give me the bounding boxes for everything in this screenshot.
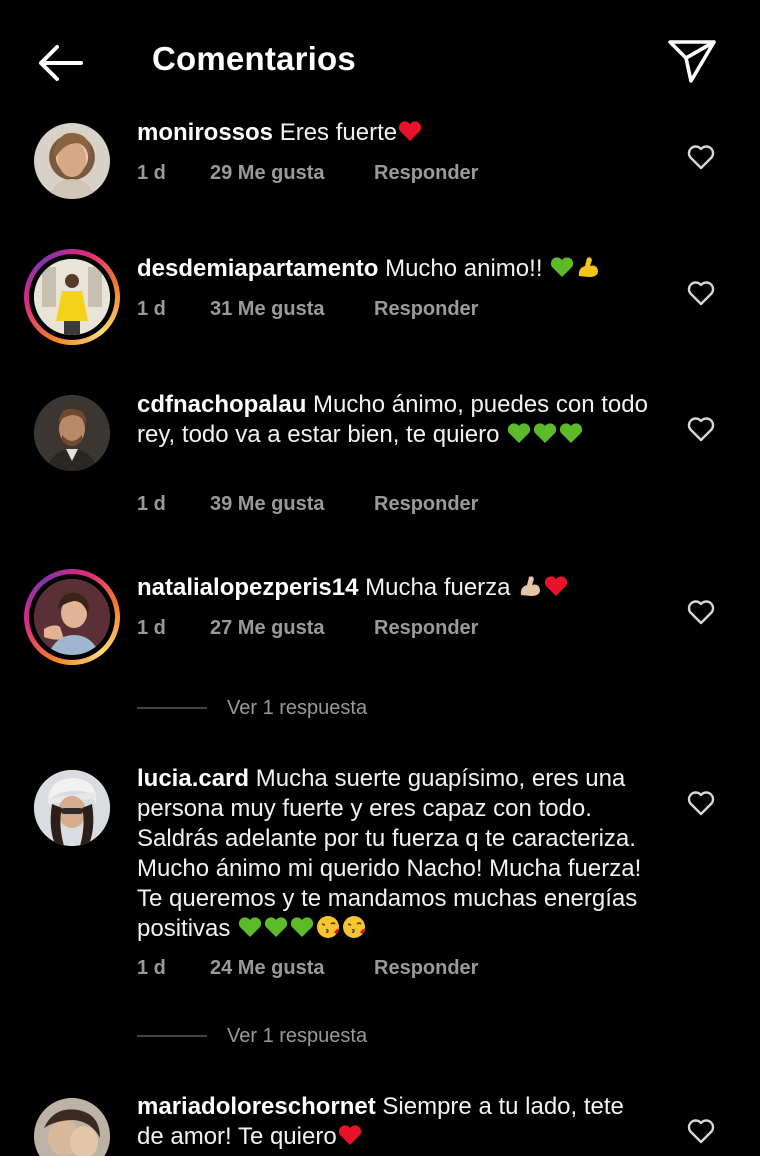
green-heart-emoji-icon bbox=[290, 917, 314, 937]
avatar-image bbox=[34, 1098, 110, 1156]
red-heart-emoji-icon bbox=[338, 1125, 361, 1145]
comment-time: 1 d bbox=[137, 617, 166, 639]
back-button[interactable] bbox=[30, 38, 90, 88]
header-bar: Comentarios bbox=[0, 0, 760, 122]
avatar[interactable] bbox=[34, 123, 110, 199]
comment-meta: 1 d 29 Me gusta Responder bbox=[137, 162, 478, 185]
comment-meta: 1 d 31 Me gusta Responder bbox=[137, 298, 478, 321]
comment-username[interactable]: natalialopezperis14 bbox=[137, 574, 358, 601]
comment-text: Mucho animo!! bbox=[385, 255, 543, 282]
paper-plane-icon bbox=[668, 40, 716, 83]
avatar-image bbox=[34, 259, 110, 335]
view-replies-button[interactable]: Ver 1 respuesta bbox=[137, 693, 367, 723]
view-replies-button[interactable]: Ver 1 respuesta bbox=[137, 1021, 367, 1051]
reply-button[interactable]: Responder bbox=[374, 957, 478, 980]
avatar[interactable] bbox=[34, 395, 110, 471]
flexed-biceps-emoji-icon bbox=[579, 257, 599, 277]
comment-text: Eres fuerte bbox=[279, 119, 398, 146]
comment-time: 1 d bbox=[137, 298, 166, 320]
replies-divider bbox=[137, 1035, 207, 1037]
comment-likes[interactable]: 29 Me gusta bbox=[210, 162, 374, 185]
comment-username[interactable]: desdemiapartamento bbox=[137, 255, 378, 282]
comment-body: lucia.card Mucha suerte guapísimo, eres … bbox=[137, 764, 657, 944]
like-heart-icon[interactable] bbox=[686, 415, 716, 443]
arrow-left-icon bbox=[39, 45, 83, 81]
comment-likes[interactable]: 27 Me gusta bbox=[210, 617, 374, 640]
like-heart-icon[interactable] bbox=[686, 279, 716, 307]
comment-time: 1 d bbox=[137, 162, 166, 184]
view-replies-label: Ver 1 respuesta bbox=[227, 1024, 368, 1047]
reply-button[interactable]: Responder bbox=[374, 298, 478, 321]
green-heart-emoji-icon bbox=[238, 917, 262, 937]
comment-meta: 1 d 27 Me gusta Responder bbox=[137, 617, 478, 640]
comment-body: desdemiapartamento Mucho animo!! bbox=[137, 254, 657, 284]
comment-body: cdfnachopalau Mucho ánimo, puedes con to… bbox=[137, 390, 657, 450]
avatar[interactable] bbox=[34, 1098, 110, 1156]
comment-likes[interactable]: 24 Me gusta bbox=[210, 957, 374, 980]
comment-meta: 1 d 39 Me gusta Responder bbox=[137, 493, 478, 516]
flexed-biceps-emoji-icon bbox=[521, 576, 541, 596]
comment-username[interactable]: cdfnachopalau bbox=[137, 391, 306, 418]
reply-button[interactable]: Responder bbox=[374, 162, 478, 185]
comment-username[interactable]: mariadoloreschornet bbox=[137, 1093, 376, 1120]
share-button[interactable] bbox=[664, 36, 720, 86]
avatar[interactable] bbox=[34, 770, 110, 846]
comment-username[interactable]: lucia.card bbox=[137, 765, 249, 792]
page-title: Comentarios bbox=[152, 40, 356, 77]
avatar-image bbox=[34, 395, 110, 471]
red-heart-emoji-icon bbox=[398, 121, 422, 141]
green-heart-emoji-icon bbox=[534, 423, 557, 443]
avatar-story-ring bbox=[29, 574, 115, 660]
comment-text: Mucha fuerza bbox=[365, 574, 511, 601]
view-replies-label: Ver 1 respuesta bbox=[227, 696, 368, 719]
green-heart-emoji-icon bbox=[560, 423, 583, 443]
face-blowing-kiss-emoji-icon bbox=[317, 916, 340, 938]
reply-button[interactable]: Responder bbox=[374, 617, 478, 640]
like-heart-icon[interactable] bbox=[686, 1117, 716, 1145]
avatar-image bbox=[34, 123, 110, 199]
replies-divider bbox=[137, 707, 207, 709]
avatar[interactable] bbox=[24, 569, 120, 665]
reply-button[interactable]: Responder bbox=[374, 493, 478, 516]
comment-body: mariadoloreschornet Siempre a tu lado, t… bbox=[137, 1092, 657, 1152]
face-blowing-kiss-emoji-icon bbox=[343, 916, 366, 938]
comment-username[interactable]: monirossos bbox=[137, 119, 273, 146]
comment-likes[interactable]: 39 Me gusta bbox=[210, 493, 374, 516]
comment-body: monirossos Eres fuerte bbox=[137, 118, 657, 148]
green-heart-emoji-icon bbox=[551, 257, 574, 277]
avatar-image bbox=[34, 770, 110, 846]
avatar-image bbox=[34, 579, 110, 655]
comment-time: 1 d bbox=[137, 957, 166, 979]
avatar-story-ring bbox=[29, 254, 115, 340]
comment-body: natalialopezperis14 Mucha fuerza bbox=[137, 573, 657, 603]
avatar[interactable] bbox=[24, 249, 120, 345]
like-heart-icon[interactable] bbox=[686, 789, 716, 817]
comment-time: 1 d bbox=[137, 493, 166, 515]
green-heart-emoji-icon bbox=[508, 423, 531, 443]
comment-likes[interactable]: 31 Me gusta bbox=[210, 298, 374, 321]
comment-meta: 1 d 24 Me gusta Responder bbox=[137, 957, 478, 980]
like-heart-icon[interactable] bbox=[686, 143, 716, 171]
green-heart-emoji-icon bbox=[264, 917, 288, 937]
red-heart-emoji-icon bbox=[545, 576, 568, 596]
like-heart-icon[interactable] bbox=[686, 598, 716, 626]
